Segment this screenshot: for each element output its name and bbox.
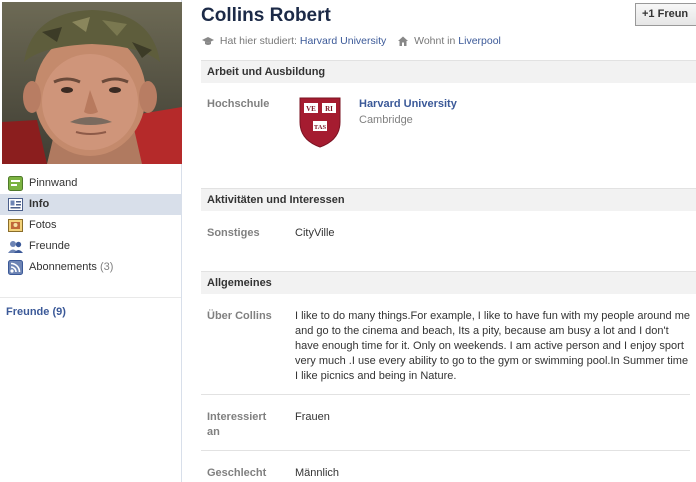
nav-item-info[interactable]: Info xyxy=(0,194,181,215)
interested-in-label: Interessiert an xyxy=(207,411,267,438)
crest-text-tas: TAS xyxy=(314,124,327,131)
divider xyxy=(0,297,181,298)
crest-text-ri: RI xyxy=(325,105,333,113)
school-details: Harvard University Cambridge xyxy=(359,97,457,128)
graduation-cap-icon xyxy=(202,37,214,45)
interested-in-value: Frauen xyxy=(295,411,330,423)
subscriptions-count: (3) xyxy=(99,261,114,273)
school-name-link[interactable]: Harvard University xyxy=(359,97,457,112)
nav-item-friends[interactable]: Freunde xyxy=(0,236,181,257)
other-label: Sonstiges xyxy=(207,227,260,239)
studied-school-link[interactable]: Harvard University xyxy=(300,35,386,47)
main-content: Collins Robert +1 Freun Hat hier studier… xyxy=(182,0,696,482)
nav-item-label: Abonnements xyxy=(29,261,97,273)
profile-nav: Pinnwand Info Fotos Freunde Abonnements xyxy=(0,173,181,278)
about-label: Über Collins xyxy=(207,310,272,322)
profile-photo[interactable] xyxy=(2,2,182,164)
gender-label: Geschlecht xyxy=(207,467,267,479)
divider xyxy=(201,450,690,451)
harvard-crest-icon[interactable]: VE RI TAS xyxy=(298,96,342,148)
school-city: Cambridge xyxy=(359,114,413,126)
section-general-heading: Allgemeines xyxy=(201,271,696,294)
friends-heading[interactable]: Freunde (9) xyxy=(6,306,66,318)
divider xyxy=(201,394,690,395)
school-label: Hochschule xyxy=(207,98,270,110)
nav-item-label: Fotos xyxy=(29,219,57,231)
photos-icon xyxy=(8,218,23,233)
crest-text-ve: VE xyxy=(306,105,316,113)
about-text: I like to do many things.For example, I … xyxy=(295,310,690,382)
gender-value: Männlich xyxy=(295,467,340,479)
nav-item-subscriptions[interactable]: Abonnements (3) xyxy=(0,257,181,278)
profile-name: Collins Robert xyxy=(201,5,331,26)
friends-icon xyxy=(8,239,23,254)
section-activities-heading: Aktivitäten und Interessen xyxy=(201,188,696,211)
nav-item-label: Info xyxy=(29,198,50,210)
studied-prefix: Hat hier studiert: xyxy=(219,35,297,47)
nav-item-photos[interactable]: Fotos xyxy=(0,215,181,236)
lives-in: Wohnt in Liverpool xyxy=(398,35,501,47)
nav-item-wall[interactable]: Pinnwand xyxy=(0,173,181,194)
left-column: Pinnwand Info Fotos Freunde Abonnements xyxy=(0,0,182,482)
info-icon xyxy=(8,197,23,212)
profile-meta: Hat hier studiert: Harvard University Wo… xyxy=(202,35,510,47)
studied-at: Hat hier studiert: Harvard University xyxy=(202,35,386,47)
wall-icon xyxy=(8,176,23,191)
cityville-link[interactable]: CityVille xyxy=(295,226,335,241)
lives-prefix: Wohnt in xyxy=(414,35,456,47)
nav-item-label: Freunde xyxy=(29,240,70,252)
add-friend-button[interactable]: +1 Freun xyxy=(635,3,696,26)
house-icon xyxy=(398,36,409,46)
lives-city-link[interactable]: Liverpool xyxy=(458,35,501,47)
nav-item-label: Pinnwand xyxy=(29,177,78,189)
section-work-heading: Arbeit und Ausbildung xyxy=(201,60,696,83)
subscriptions-icon xyxy=(8,260,23,275)
